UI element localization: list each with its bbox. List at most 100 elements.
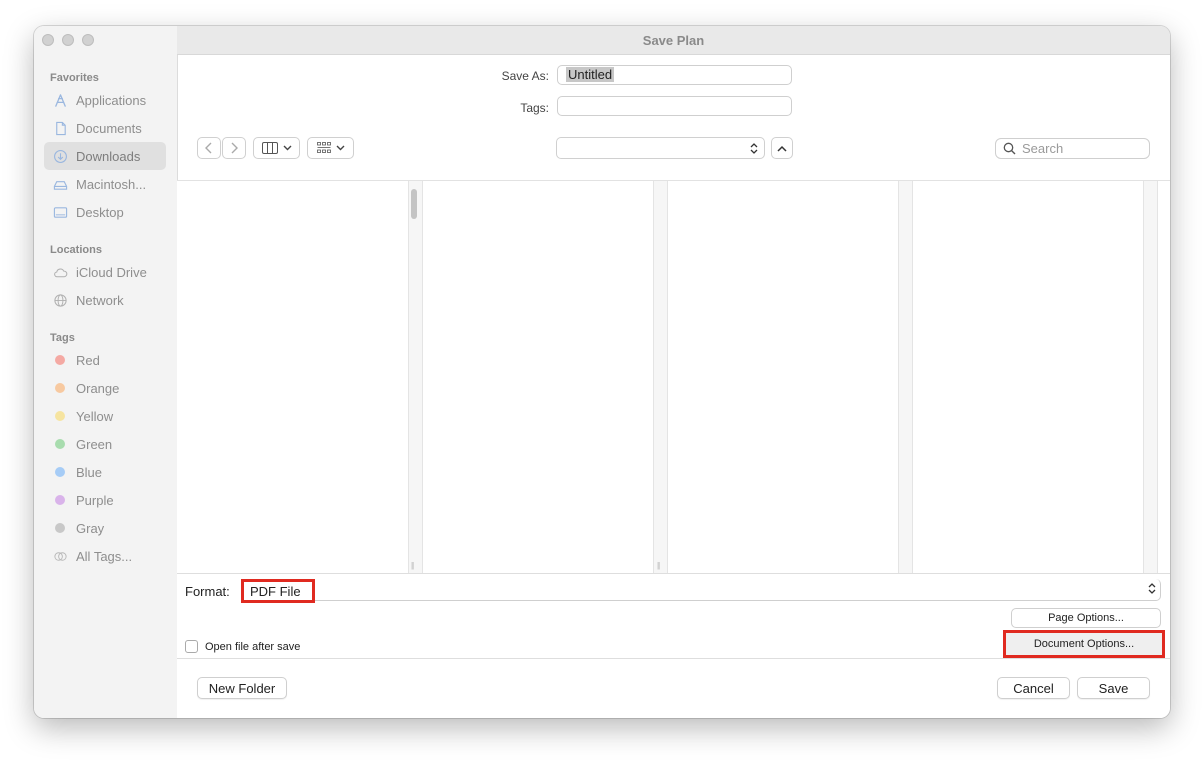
- sidebar-item-network[interactable]: Network: [44, 286, 166, 314]
- tags-section-title: Tags: [50, 332, 75, 344]
- tag-dot-blue: [55, 467, 65, 477]
- sidebar: Favorites Applications Documents Downloa…: [34, 26, 178, 718]
- document-options-button[interactable]: Document Options...: [1003, 630, 1165, 658]
- column-divider[interactable]: [898, 181, 913, 574]
- search-icon: [1003, 142, 1016, 155]
- sidebar-tag-yellow[interactable]: Yellow: [44, 402, 166, 430]
- sidebar-item-label: Desktop: [76, 204, 124, 220]
- updown-chevron-icon: [750, 143, 758, 154]
- tags-label: Tags:: [520, 101, 549, 115]
- format-panel: Format: PDF File Page Options... Documen…: [177, 573, 1170, 659]
- open-after-save-checkbox[interactable]: [185, 640, 198, 653]
- sidebar-item-label: iCloud Drive: [76, 264, 147, 280]
- downloads-icon: [52, 148, 68, 164]
- sidebar-item-icloud[interactable]: iCloud Drive: [44, 258, 166, 286]
- sidebar-item-label: Red: [76, 352, 100, 368]
- open-after-save-label: Open file after save: [205, 640, 301, 653]
- save-as-label: Save As:: [501, 69, 549, 83]
- sidebar-item-applications[interactable]: Applications: [44, 86, 166, 114]
- grid-view-icon: [316, 142, 331, 153]
- sidebar-tag-all-tags[interactable]: All Tags...: [44, 542, 166, 570]
- minimize-window-icon[interactable]: [62, 34, 74, 46]
- format-value: PDF File: [250, 583, 301, 599]
- zoom-window-icon[interactable]: [82, 34, 94, 46]
- column-view-icon: [261, 142, 278, 154]
- tag-dot-green: [55, 439, 65, 449]
- chevron-left-icon: [205, 142, 212, 154]
- sidebar-tag-purple[interactable]: Purple: [44, 486, 166, 514]
- save-button[interactable]: Save: [1077, 677, 1150, 699]
- window-title: Save Plan: [177, 26, 1170, 55]
- sidebar-tag-gray[interactable]: Gray: [44, 514, 166, 542]
- desktop-icon: [52, 204, 68, 220]
- search-field[interactable]: Search: [995, 138, 1150, 159]
- scrollbar-thumb[interactable]: [411, 189, 417, 219]
- close-window-icon[interactable]: [42, 34, 54, 46]
- sidebar-tag-green[interactable]: Green: [44, 430, 166, 458]
- favorites-section-title: Favorites: [50, 72, 99, 84]
- column-divider[interactable]: [1143, 181, 1158, 574]
- page-options-button[interactable]: Page Options...: [1011, 608, 1161, 628]
- sidebar-tag-orange[interactable]: Orange: [44, 374, 166, 402]
- cancel-button[interactable]: Cancel: [997, 677, 1070, 699]
- sidebar-item-macintosh[interactable]: Macintosh...: [44, 170, 166, 198]
- sidebar-item-label: Macintosh...: [76, 176, 147, 192]
- sidebar-item-label: Green: [76, 436, 113, 452]
- new-folder-button[interactable]: New Folder: [197, 677, 287, 699]
- sidebar-item-label: Network: [76, 292, 124, 308]
- sidebar-item-downloads[interactable]: Downloads: [44, 142, 166, 170]
- file-browser: || ||: [177, 180, 1170, 574]
- tag-dot-orange: [55, 383, 65, 393]
- sidebar-item-label: Blue: [76, 464, 103, 480]
- view-mode-button[interactable]: [253, 137, 300, 159]
- sidebar-item-label: Purple: [76, 492, 114, 508]
- chevron-right-icon: [231, 142, 238, 154]
- collapse-button[interactable]: [771, 137, 793, 159]
- bottom-bar: New Folder Cancel Save: [177, 658, 1170, 718]
- chevron-down-icon: [283, 145, 291, 151]
- sidebar-item-label: Documents: [76, 120, 142, 136]
- sidebar-item-label: Yellow: [76, 408, 114, 424]
- open-after-save-row[interactable]: Open file after save: [185, 640, 300, 653]
- document-icon: [52, 120, 68, 136]
- sidebar-item-label: Orange: [76, 380, 120, 396]
- chevron-down-icon: [336, 145, 344, 151]
- save-as-value: Untitled: [566, 67, 615, 82]
- save-as-field[interactable]: Untitled: [557, 65, 792, 85]
- all-tags-icon: [52, 548, 68, 564]
- location-popup[interactable]: [556, 137, 765, 159]
- save-dialog: Favorites Applications Documents Downloa…: [34, 26, 1170, 718]
- sidebar-tag-blue[interactable]: Blue: [44, 458, 166, 486]
- back-button[interactable]: [197, 137, 221, 159]
- column-divider[interactable]: [408, 181, 423, 574]
- sidebar-item-label: Applications: [76, 92, 147, 108]
- format-popup[interactable]: PDF File: [241, 579, 1161, 603]
- tags-field[interactable]: [557, 96, 792, 116]
- sidebar-item-desktop[interactable]: Desktop: [44, 198, 166, 226]
- tag-dot-purple: [55, 495, 65, 505]
- tag-dot-red: [55, 355, 65, 365]
- sidebar-item-documents[interactable]: Documents: [44, 114, 166, 142]
- column-resize-handle[interactable]: ||: [657, 561, 660, 570]
- cloud-icon: [52, 264, 68, 280]
- tag-dot-gray: [55, 523, 65, 533]
- updown-chevron-icon: [1148, 583, 1156, 594]
- network-icon: [52, 292, 68, 308]
- traffic-lights: [42, 34, 94, 46]
- disk-icon: [52, 176, 68, 192]
- sidebar-item-label: Gray: [76, 520, 105, 536]
- column-resize-handle[interactable]: ||: [411, 561, 414, 570]
- column-divider[interactable]: [653, 181, 668, 574]
- format-value-highlight: PDF File: [241, 579, 315, 603]
- tag-dot-yellow: [55, 411, 65, 421]
- sidebar-tag-red[interactable]: Red: [44, 346, 166, 374]
- applications-icon: [52, 92, 68, 108]
- forward-button[interactable]: [222, 137, 246, 159]
- sidebar-item-label: Downloads: [76, 148, 141, 164]
- sidebar-item-label: All Tags...: [76, 548, 133, 564]
- group-mode-button[interactable]: [307, 137, 354, 159]
- chevron-up-icon: [777, 145, 787, 152]
- search-placeholder: Search: [1022, 141, 1064, 156]
- format-label: Format:: [185, 584, 230, 599]
- locations-section-title: Locations: [50, 244, 102, 256]
